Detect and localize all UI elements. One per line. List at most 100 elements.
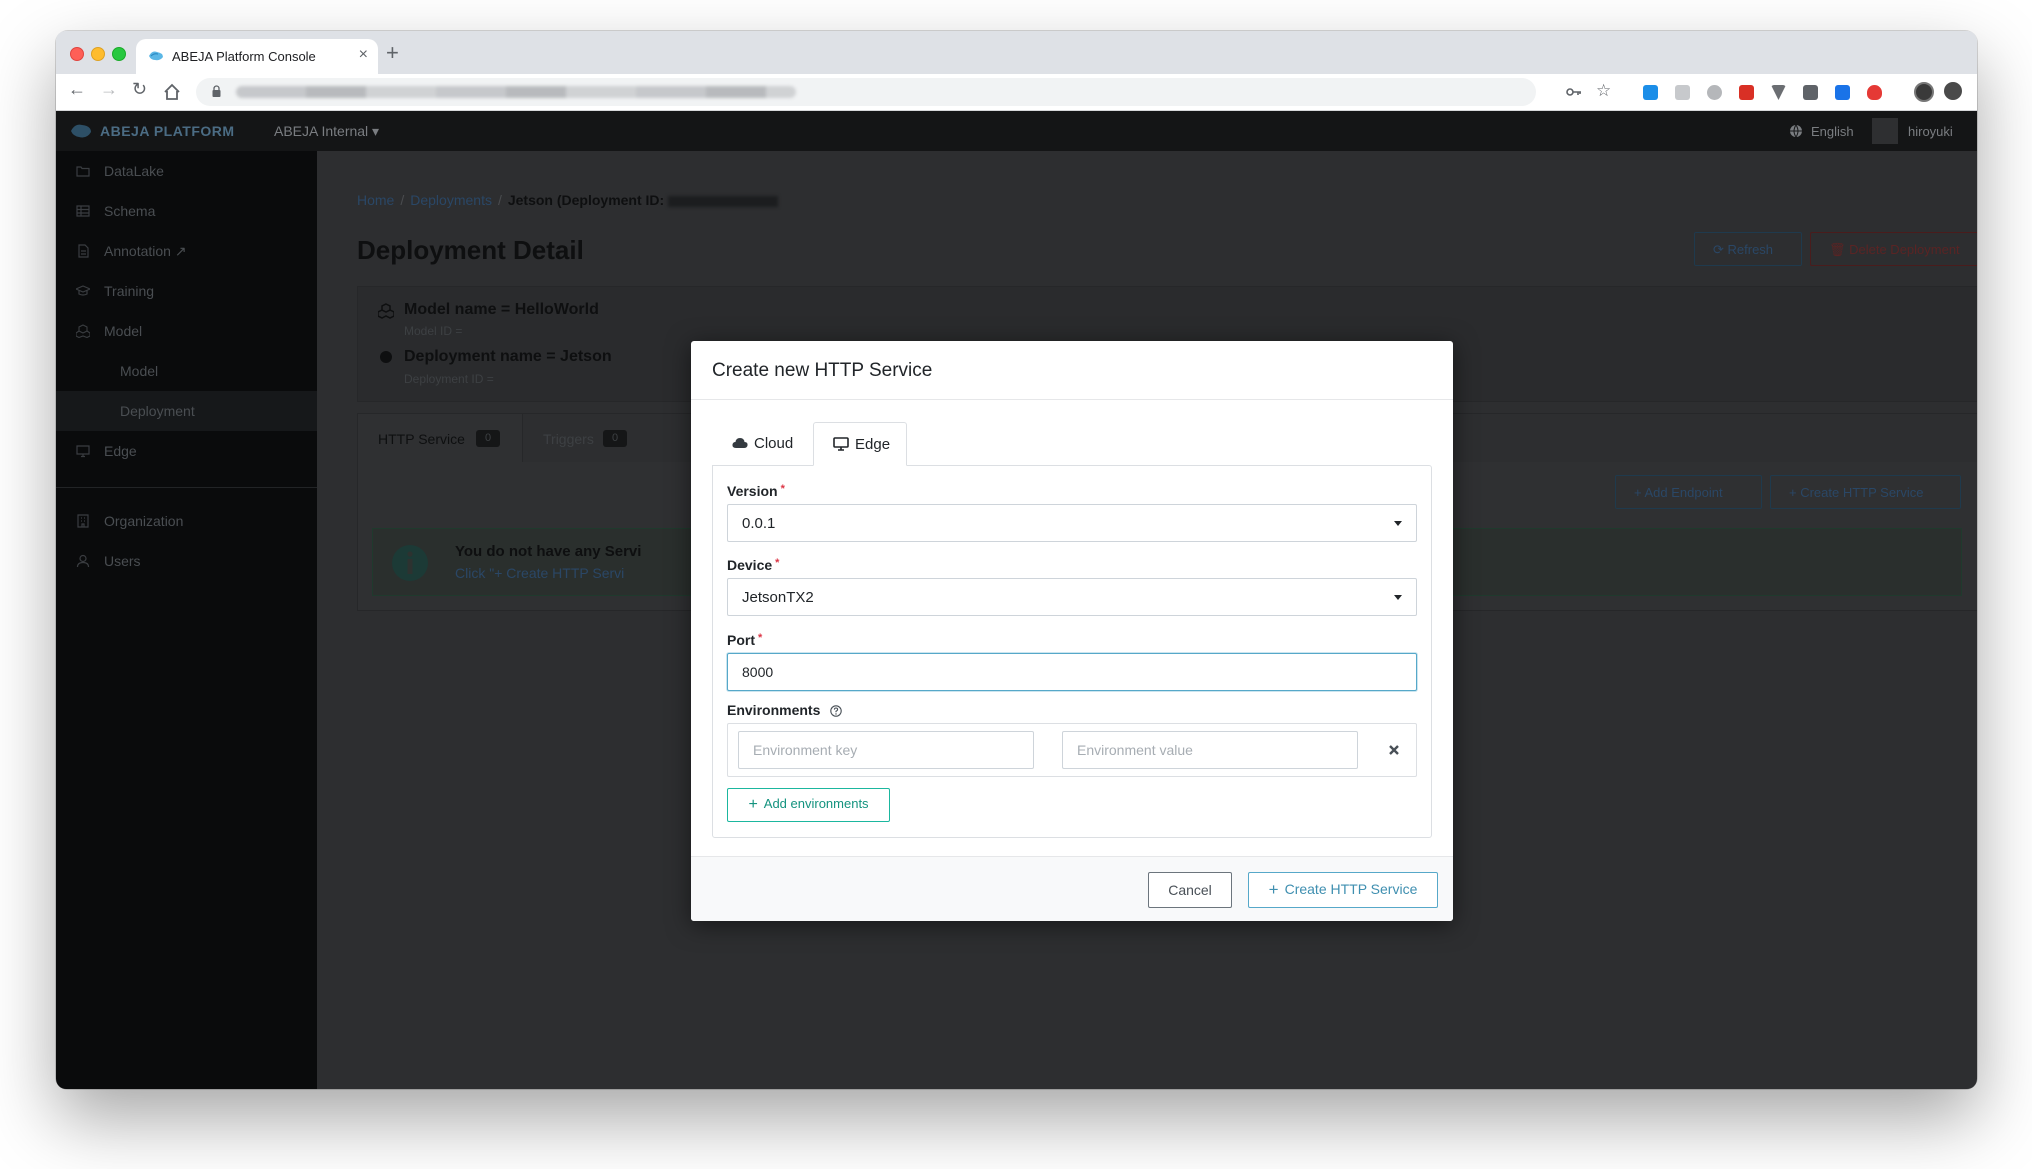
sidebar-divider	[56, 487, 317, 488]
window-maximize-button[interactable]	[112, 47, 126, 61]
environment-key-input[interactable]	[738, 731, 1034, 769]
device-label: Device *	[727, 557, 779, 573]
breadcrumb: Home / Deployments / Jetson (Deployment ID:	[357, 192, 779, 208]
extension-icon[interactable]	[1739, 85, 1754, 100]
add-endpoint-button[interactable]: + Add Endpoint	[1615, 475, 1762, 509]
sidebar-subitem-model[interactable]: Model	[56, 351, 317, 391]
tab-cloud[interactable]: Cloud	[712, 422, 813, 466]
sidebar-item-schema[interactable]: Schema	[56, 191, 317, 231]
tab-close-icon[interactable]: ×	[359, 46, 368, 64]
alert-title: You do not have any Servi	[455, 543, 642, 560]
refresh-button[interactable]: ⟳ Refresh	[1694, 232, 1802, 266]
browser-menu-icon[interactable]	[1944, 82, 1962, 100]
tab-triggers[interactable]: Triggers	[543, 431, 594, 447]
extension-icon[interactable]	[1835, 85, 1850, 100]
environments-label-text: Environments	[727, 702, 821, 718]
add-environments-label: Add environments	[763, 796, 869, 811]
sidebar-item-annotation[interactable]: Annotation ↗	[56, 231, 317, 271]
forward-arrow-icon[interactable]: →	[100, 79, 118, 100]
edge-form: Version * 0.0.1 Device * JetsonTX2 Port *	[712, 465, 1432, 838]
bookmark-star-icon[interactable]: ☆	[1596, 81, 1611, 101]
user-avatar[interactable]	[1872, 118, 1898, 144]
back-arrow-icon[interactable]: ←	[68, 79, 86, 100]
port-input[interactable]	[727, 653, 1417, 691]
sidebar-item-organization[interactable]: Organization	[56, 501, 317, 541]
reload-icon[interactable]: ↻	[132, 79, 147, 100]
tab-count-badge: 0	[603, 430, 627, 447]
remove-environment-icon[interactable]	[1388, 744, 1400, 756]
tab-http-service[interactable]: HTTP Service 0	[358, 414, 523, 462]
address-bar[interactable]	[196, 78, 1536, 106]
browser-window: ABEJA Platform Console × + ← → ↻ ☆ ABEJA…	[56, 31, 1977, 1089]
caret-down-icon	[1394, 521, 1402, 526]
create-http-service-submit-button[interactable]: + Create HTTP Service	[1248, 872, 1438, 908]
browser-tab[interactable]: ABEJA Platform Console ×	[136, 39, 378, 74]
environment-value-input[interactable]	[1062, 731, 1358, 769]
delete-deployment-button[interactable]: 🗑 Delete Deployment	[1810, 232, 1977, 266]
circle-dot-icon	[380, 351, 392, 363]
device-select[interactable]: JetsonTX2	[727, 578, 1417, 616]
breadcrumb-deployments[interactable]: Deployments	[410, 192, 492, 208]
sidebar-item-label: Model	[120, 363, 159, 379]
plus-icon: +	[748, 796, 758, 813]
extension-icon[interactable]	[1643, 85, 1658, 100]
table-icon	[76, 205, 90, 217]
sidebar-item-training[interactable]: Training	[56, 271, 317, 311]
extension-icon[interactable]	[1867, 85, 1882, 100]
tab-label: Edge	[855, 436, 891, 453]
language-select[interactable]: English	[1811, 124, 1854, 139]
breadcrumb-current: Jetson (Deployment ID:	[507, 192, 665, 208]
desktop-icon	[76, 445, 90, 458]
version-label-text: Version	[727, 483, 778, 499]
modal-footer: Cancel + Create HTTP Service	[691, 857, 1453, 921]
folder-icon	[76, 166, 90, 177]
globe-icon	[1790, 124, 1802, 138]
document-icon	[78, 244, 89, 258]
question-circle-icon[interactable]	[830, 705, 842, 718]
cancel-button[interactable]: Cancel	[1148, 872, 1232, 908]
sidebar-item-users[interactable]: Users	[56, 541, 317, 581]
info-circle-icon	[392, 545, 428, 581]
browser-tab-strip: ABEJA Platform Console × +	[56, 31, 1977, 74]
required-marker: *	[775, 557, 780, 569]
breadcrumb-home[interactable]: Home	[357, 192, 394, 208]
required-marker: *	[780, 483, 785, 495]
key-icon[interactable]	[1566, 85, 1582, 99]
port-label-text: Port	[727, 632, 755, 648]
required-marker: *	[758, 632, 763, 644]
desktop-icon	[833, 437, 849, 451]
user-icon	[76, 554, 90, 568]
app-logo[interactable]: ABEJA PLATFORM	[100, 123, 235, 139]
environment-row	[727, 723, 1417, 777]
new-tab-button[interactable]: +	[386, 40, 399, 66]
home-icon[interactable]	[163, 83, 181, 101]
sidebar-item-label: Deployment	[120, 403, 195, 419]
environments-label: Environments	[727, 702, 842, 718]
graduation-cap-icon	[76, 285, 90, 296]
sidebar-item-label: Model	[104, 323, 143, 339]
sidebar-item-edge[interactable]: Edge	[56, 431, 317, 471]
port-label: Port *	[727, 632, 762, 648]
window-close-button[interactable]	[70, 47, 84, 61]
tab-edge[interactable]: Edge	[813, 422, 907, 466]
extension-icon[interactable]	[1771, 85, 1786, 100]
sidebar-item-label: Training	[104, 283, 155, 299]
extension-icon[interactable]	[1707, 85, 1722, 100]
organization-select[interactable]: ABEJA Internal ▾	[274, 123, 379, 140]
user-name[interactable]: hiroyuki	[1908, 124, 1953, 139]
add-environments-button[interactable]: + Add environments	[727, 788, 890, 822]
extension-icon[interactable]	[1803, 85, 1818, 100]
create-http-service-button[interactable]: + Create HTTP Service	[1770, 475, 1961, 509]
modal-divider	[691, 399, 1453, 400]
sidebar-item-datalake[interactable]: DataLake	[56, 151, 317, 191]
window-minimize-button[interactable]	[91, 47, 105, 61]
extension-icon[interactable]	[1675, 85, 1690, 100]
create-http-service-modal: Create new HTTP Service Cloud Edge Versi…	[691, 341, 1453, 921]
alert-text: Click "+ Create HTTP Servi	[455, 565, 625, 581]
sidebar-item-model[interactable]: Model	[56, 311, 317, 351]
sidebar-subitem-deployment[interactable]: Deployment	[56, 391, 317, 431]
profile-avatar[interactable]	[1914, 82, 1934, 102]
cubes-icon	[76, 324, 90, 338]
version-select[interactable]: 0.0.1	[727, 504, 1417, 542]
building-icon	[77, 514, 89, 528]
